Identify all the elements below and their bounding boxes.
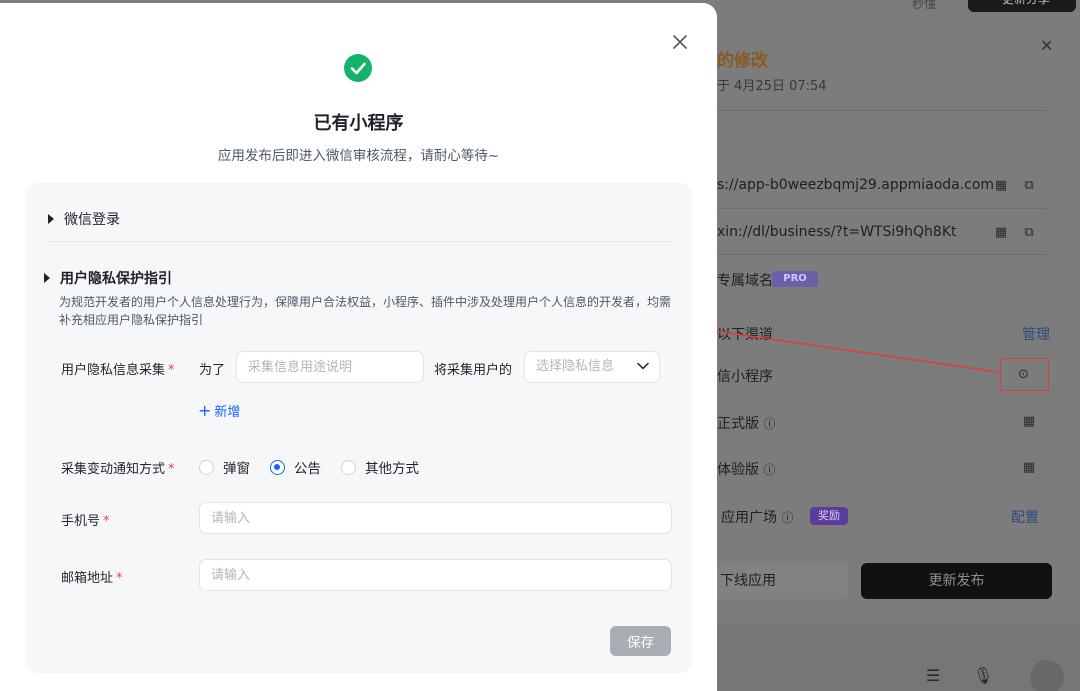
drawer-close-icon: ✕ xyxy=(1040,36,1054,55)
required-mark: * xyxy=(168,462,175,477)
top-label: 秒懂 xyxy=(912,0,937,11)
section-wechat-login[interactable]: 微信登录 xyxy=(48,209,120,229)
microphone-icon: 🎙 xyxy=(973,666,994,685)
privacy-info-select[interactable]: 选择隐私信息 xyxy=(524,351,660,383)
caret-right-icon xyxy=(44,273,50,283)
section-divider xyxy=(47,241,672,242)
list-icon: ☰ xyxy=(926,666,941,685)
publish-button: 更新发布 xyxy=(861,563,1052,599)
app-plaza-label: 应用广场 ⓘ xyxy=(721,510,794,526)
form-panel xyxy=(25,183,692,673)
required-mark: * xyxy=(103,514,110,529)
info-icon: ⓘ xyxy=(763,463,776,477)
config-link: 配置 xyxy=(1011,510,1039,526)
privacy-description: 为规范开发者的用户个人信息处理行为，保障用户合法权益，小程序、插件中涉及处理用户… xyxy=(59,295,672,327)
caret-right-icon xyxy=(48,214,54,224)
for-text: 为了 xyxy=(199,363,226,378)
custom-domain-label: 专属域名 xyxy=(717,273,773,289)
divider xyxy=(717,254,1047,255)
bottom-bar xyxy=(700,624,1080,691)
will-collect-text: 将采集用户的 xyxy=(434,363,513,378)
section-privacy-title: 用户隐私保护指引 xyxy=(60,271,172,287)
app-url: s://app-b0weezbqmj29.appmiaoda.com xyxy=(717,177,995,193)
radio-label: 公告 xyxy=(294,461,321,477)
pro-badge: PRO xyxy=(772,271,818,287)
radio-circle-checked xyxy=(270,459,285,475)
success-check-icon xyxy=(344,54,372,82)
info-icon: ⓘ xyxy=(763,417,776,431)
modal-subtitle: 应用发布后即进入微信审核流程，请耐心等待~ xyxy=(217,148,500,164)
save-button[interactable]: 保存 xyxy=(610,626,671,656)
section-privacy[interactable]: 用户隐私保护指引 xyxy=(44,268,172,288)
manage-link: 管理 xyxy=(1022,327,1050,343)
channels-label: 以下渠道 xyxy=(717,327,773,343)
phone-label: 手机号 * xyxy=(61,514,110,529)
qrcode-icon: ▦ xyxy=(1022,460,1036,475)
required-mark: * xyxy=(168,363,175,378)
radio-label: 弹窗 xyxy=(223,461,250,477)
qrcode-icon: ▦ xyxy=(1022,414,1036,429)
radio-popup[interactable]: 弹窗 xyxy=(199,457,250,477)
close-icon[interactable] xyxy=(671,33,689,51)
avatar xyxy=(1030,660,1064,691)
plus-icon: + xyxy=(198,400,212,420)
drawer-title: 的修改 xyxy=(717,51,768,71)
share-button: 更新分享 xyxy=(968,0,1076,12)
radio-announcement[interactable]: 公告 xyxy=(270,457,321,477)
add-privacy-item-button[interactable]: + 新增 xyxy=(198,401,240,420)
phone-input[interactable] xyxy=(199,502,672,534)
copy-icon: ⧉ xyxy=(1024,178,1034,193)
release-label: 正式版 ⓘ xyxy=(717,416,776,432)
purpose-input[interactable] xyxy=(236,351,424,383)
email-input[interactable] xyxy=(199,559,672,591)
deeplink-url: xin://dl/business/?t=WTSi9hQh8Kt xyxy=(717,224,957,240)
radio-circle xyxy=(341,459,356,475)
notify-method-label: 采集变动通知方式 * xyxy=(61,462,175,477)
divider xyxy=(717,208,1047,209)
qrcode-icon: ▦ xyxy=(994,225,1008,240)
mini-program-label: 信小程序 xyxy=(717,369,773,385)
drawer-time: 于 4月25日 07:54 xyxy=(717,79,827,94)
qrcode-icon: ▦ xyxy=(994,178,1008,193)
offline-button: 下线应用 xyxy=(700,563,848,599)
trial-label: 体验版 ⓘ xyxy=(717,462,776,478)
chevron-down-icon xyxy=(637,362,649,370)
modal-title: 已有小程序 xyxy=(313,113,404,134)
radio-label: 其他方式 xyxy=(365,461,419,477)
radio-other[interactable]: 其他方式 xyxy=(341,457,419,477)
section-wechat-login-title: 微信登录 xyxy=(64,212,120,228)
info-icon: ⓘ xyxy=(781,511,794,525)
privacy-select-placeholder: 选择隐私信息 xyxy=(536,359,615,374)
copy-icon: ⧉ xyxy=(1024,225,1034,240)
divider xyxy=(717,110,1047,111)
email-label: 邮箱地址 * xyxy=(61,571,123,586)
notify-method-radio-group: 弹窗 公告 其他方式 xyxy=(199,457,439,477)
add-link-label: 新增 xyxy=(214,405,241,420)
privacy-collect-label: 用户隐私信息采集 * xyxy=(61,363,175,378)
required-mark: * xyxy=(116,571,123,586)
reward-badge: 奖励 xyxy=(810,507,848,525)
radio-circle xyxy=(199,459,214,475)
settings-icon: ⊙ xyxy=(1018,367,1029,382)
